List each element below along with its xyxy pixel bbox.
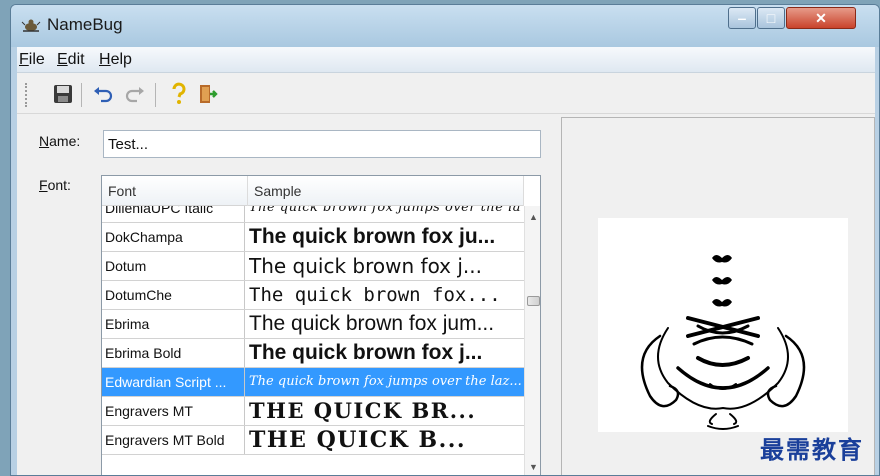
maximize-icon: □ bbox=[766, 10, 776, 26]
font-sample: The quick brown fox jumps over the lazy … bbox=[249, 206, 521, 215]
menu-help[interactable]: Help bbox=[99, 51, 132, 69]
font-sample: The quick brown fox jumps over the laz..… bbox=[249, 374, 521, 389]
maximize-button[interactable]: □ bbox=[757, 7, 785, 29]
close-button[interactable]: ✕ bbox=[786, 7, 856, 29]
font-name: Engravers MT Bold bbox=[105, 426, 245, 454]
help-button[interactable] bbox=[165, 80, 193, 108]
list-item[interactable]: Engravers MT THE QUICK BR... bbox=[102, 397, 524, 426]
redo-icon bbox=[125, 87, 144, 103]
close-icon: ✕ bbox=[815, 10, 827, 26]
font-name: Dotum bbox=[105, 252, 245, 280]
font-sample: The quick brown fox j... bbox=[249, 341, 483, 364]
scroll-down-icon[interactable]: ▼ bbox=[525, 458, 540, 475]
ambigram-preview-image bbox=[640, 255, 806, 430]
font-sample: THE QUICK B... bbox=[249, 427, 467, 453]
save-icon bbox=[54, 85, 72, 103]
redo-button[interactable] bbox=[121, 80, 149, 108]
window-title: NameBug bbox=[47, 15, 123, 34]
title-bar[interactable]: NameBug ‒ □ ✕ bbox=[11, 5, 879, 47]
minimize-button[interactable]: ‒ bbox=[728, 7, 756, 29]
font-name: DotumChe bbox=[105, 281, 245, 309]
list-item[interactable]: Dotum The quick brown fox j... bbox=[102, 252, 524, 281]
exit-button[interactable] bbox=[195, 80, 223, 108]
app-window: NameBug ‒ □ ✕ File Edit Help Name: Test.… bbox=[10, 4, 880, 476]
font-sample: The quick brown fox jum... bbox=[249, 312, 495, 335]
font-name: Engravers MT bbox=[105, 397, 245, 425]
list-item[interactable]: DokChampa The quick brown fox ju... bbox=[102, 223, 524, 252]
list-item[interactable]: Ebrima Bold The quick brown fox j... bbox=[102, 339, 524, 368]
name-preview-canvas bbox=[598, 218, 848, 432]
font-name: Edwardian Script ... bbox=[105, 368, 245, 396]
list-item-selected[interactable]: Edwardian Script ... The quick brown fox… bbox=[102, 368, 524, 397]
font-sample: The quick brown fox j... bbox=[249, 254, 483, 278]
toolbar-separator bbox=[81, 83, 82, 107]
column-header-sample[interactable]: Sample bbox=[248, 176, 524, 206]
list-item[interactable]: DilleniaUPC Italic The quick brown fox j… bbox=[102, 206, 524, 223]
font-name: Ebrima Bold bbox=[105, 339, 245, 367]
font-list-body: DilleniaUPC Italic The quick brown fox j… bbox=[102, 206, 524, 475]
font-name: Ebrima bbox=[105, 310, 245, 338]
font-label: Font: bbox=[39, 177, 71, 193]
menu-bar: File Edit Help bbox=[17, 47, 875, 73]
name-label: Name: bbox=[39, 133, 81, 149]
column-header-font[interactable]: Font bbox=[102, 176, 248, 206]
help-icon bbox=[172, 82, 186, 104]
list-item[interactable]: Engravers MT Bold THE QUICK B... bbox=[102, 426, 524, 455]
minimize-icon: ‒ bbox=[738, 10, 746, 26]
toolbar bbox=[17, 74, 875, 114]
vertical-scrollbar[interactable]: ▲ ▼ bbox=[524, 206, 540, 475]
app-bug-icon bbox=[21, 19, 41, 32]
preview-panel bbox=[561, 117, 875, 475]
menu-file[interactable]: File bbox=[19, 51, 45, 69]
client-area: File Edit Help Name: Test... Font: Font … bbox=[17, 47, 875, 475]
undo-button[interactable] bbox=[89, 80, 117, 108]
font-list[interactable]: Font Sample DilleniaUPC Italic The quick… bbox=[101, 175, 541, 475]
undo-icon bbox=[94, 87, 113, 103]
list-item[interactable]: DotumChe The quick brown fox... bbox=[102, 281, 524, 310]
font-sample: The quick brown fox... bbox=[249, 284, 501, 306]
watermark-text: 最需教育 bbox=[760, 435, 864, 464]
name-input[interactable] bbox=[103, 130, 541, 158]
save-button[interactable] bbox=[49, 80, 77, 108]
exit-icon bbox=[200, 85, 218, 103]
scrollbar-thumb[interactable] bbox=[527, 296, 540, 306]
list-item[interactable]: Ebrima The quick brown fox jum... bbox=[102, 310, 524, 339]
menu-edit[interactable]: Edit bbox=[57, 51, 85, 69]
font-sample: The quick brown fox ju... bbox=[249, 225, 496, 248]
toolbar-separator bbox=[155, 83, 156, 107]
scroll-up-icon[interactable]: ▲ bbox=[525, 208, 540, 226]
font-name: DilleniaUPC Italic bbox=[105, 206, 245, 222]
font-name: DokChampa bbox=[105, 223, 245, 251]
font-sample: THE QUICK BR... bbox=[249, 398, 477, 423]
toolbar-grip[interactable] bbox=[25, 83, 28, 107]
font-list-header: Font Sample bbox=[102, 176, 524, 206]
